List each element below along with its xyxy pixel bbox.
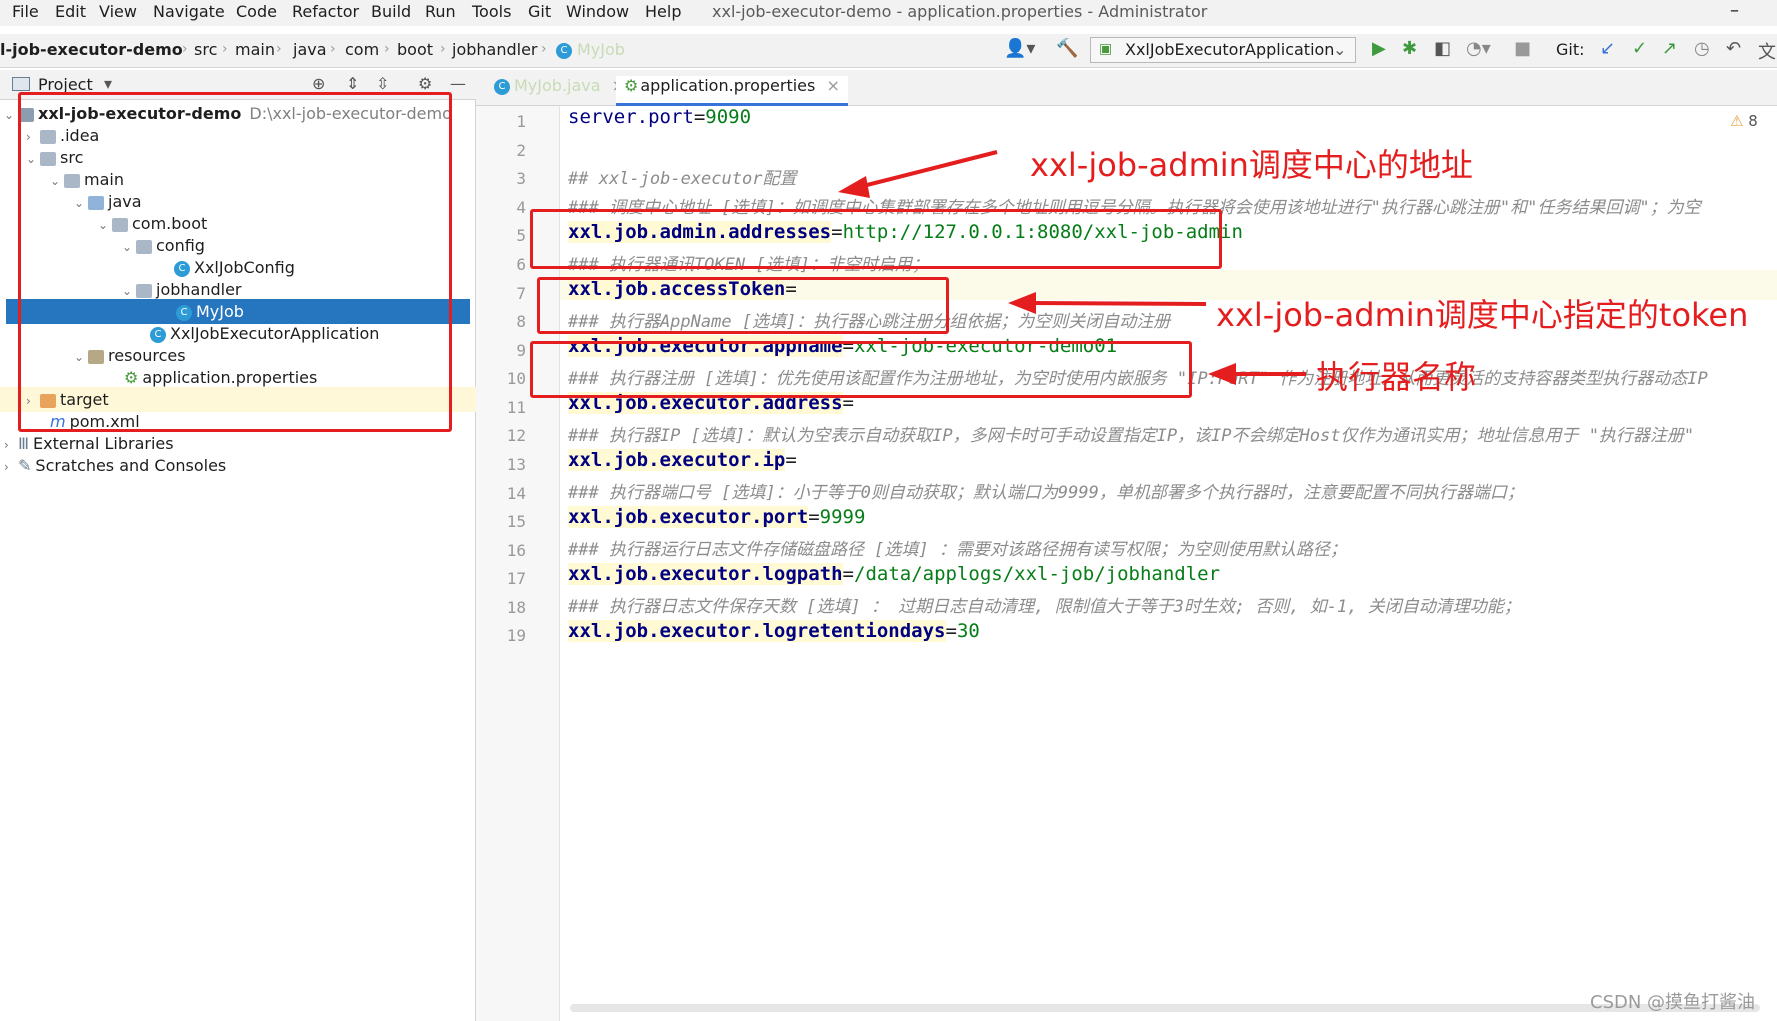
arrow-admin-address xyxy=(854,150,998,190)
annotation-arrows xyxy=(838,150,1306,385)
annotation-admin-address: xxl-job-admin调度中心的地址 xyxy=(1030,146,1473,184)
annotation-admin-token: xxl-job-admin调度中心指定的token xyxy=(1216,296,1749,334)
annotation-executor-name: 执行器名称 xyxy=(1316,358,1477,396)
arrow-head xyxy=(1008,292,1036,314)
watermark: CSDN @摸鱼打酱油 xyxy=(1590,992,1756,1013)
arrow-head xyxy=(838,176,870,198)
arrow-head xyxy=(1208,363,1236,385)
arrow-token xyxy=(1029,301,1207,306)
